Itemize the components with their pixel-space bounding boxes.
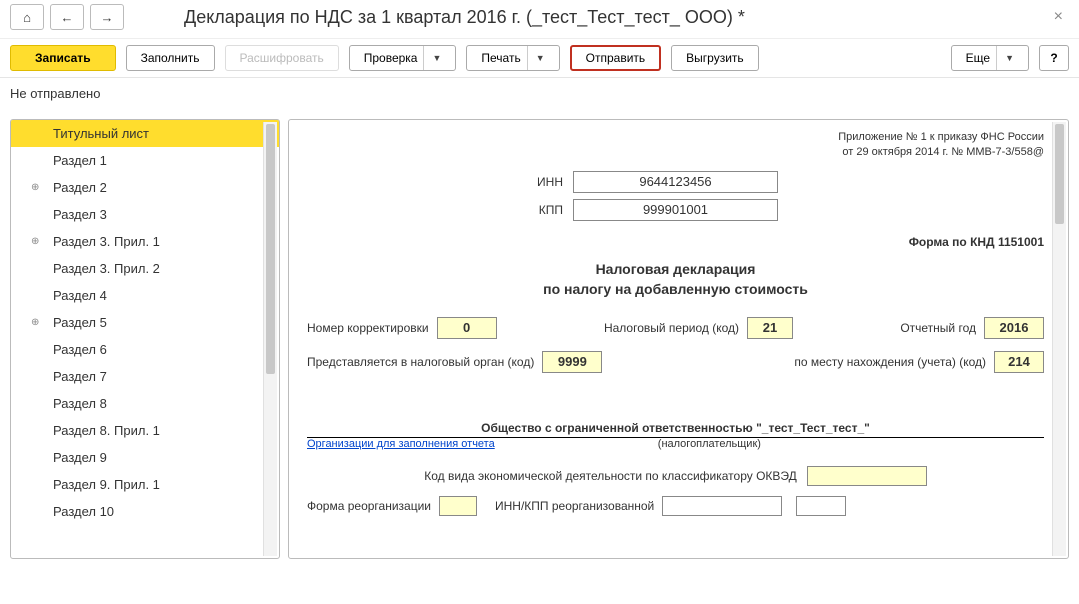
chevron-down-icon: ▼ [996,46,1014,70]
period-field[interactable]: 21 [747,317,793,339]
org-name-field[interactable]: Общество с ограниченной ответственностью… [307,415,1044,438]
sidebar-item[interactable]: Раздел 8. Прил. 1 [11,417,279,444]
decrypt-button: Расшифровать [225,45,339,71]
status-text: Не отправлено [0,78,1079,119]
doc-title-l2: по налогу на добавленную стоимость [307,279,1044,299]
write-button[interactable]: Записать [10,45,116,71]
okved-label: Код вида экономической деятельности по к… [424,469,797,483]
check-label: Проверка [364,51,418,65]
send-button[interactable]: Отправить [570,45,662,71]
titlebar: ⌂ ← → Декларация по НДС за 1 квартал 201… [0,0,1079,38]
organ-label: Представляется в налоговый орган (код) [307,355,534,369]
arrow-right-icon: → [101,10,114,25]
chevron-down-icon: ▼ [423,46,441,70]
sidebar-item[interactable]: Раздел 3. Прил. 2 [11,255,279,282]
print-label: Печать [481,51,520,65]
close-button[interactable]: × [1048,8,1069,26]
chevron-down-icon: ▼ [527,46,545,70]
annex-text: Приложение № 1 к приказу ФНС России от 2… [307,130,1044,161]
kpp-label: КПП [373,203,573,217]
sidebar-item[interactable]: Раздел 9 [11,444,279,471]
corr-field[interactable]: 0 [437,317,497,339]
home-button[interactable]: ⌂ [10,4,44,30]
more-label: Еще [966,51,990,65]
sidebar-item[interactable]: Раздел 7 [11,363,279,390]
form-panel: Приложение № 1 к приказу ФНС России от 2… [288,119,1069,559]
sidebar-item[interactable]: Раздел 6 [11,336,279,363]
toolbar: Записать Заполнить Расшифровать Проверка… [0,38,1079,78]
sidebar-item[interactable]: Раздел 5 [11,309,279,336]
reorg-label: Форма реорганизации [307,499,431,513]
sidebar-item[interactable]: Раздел 1 [11,147,279,174]
more-button[interactable]: Еще ▼ [951,45,1029,71]
help-button[interactable]: ? [1039,45,1069,71]
back-button[interactable]: ← [50,4,84,30]
fill-button[interactable]: Заполнить [126,45,215,71]
annex-line1: Приложение № 1 к приказу ФНС России [307,130,1044,145]
sidebar-item[interactable]: Раздел 2 [11,174,279,201]
knd-text: Форма по КНД 1151001 [307,235,1044,249]
okved-field[interactable] [807,466,927,486]
org-sublabel: (налогоплательщик) [525,438,894,450]
content-area: Титульный листРаздел 1Раздел 2Раздел 3Ра… [0,119,1079,559]
nav-buttons: ⌂ ← → [10,4,124,30]
place-field[interactable]: 214 [994,351,1044,373]
arrow-left-icon: ← [61,10,74,25]
organ-field[interactable]: 9999 [542,351,602,373]
export-button[interactable]: Выгрузить [671,45,759,71]
inn-label: ИНН [373,175,573,189]
print-button[interactable]: Печать ▼ [466,45,559,71]
period-label: Налоговый период (код) [604,321,739,335]
sidebar-item[interactable]: Раздел 9. Прил. 1 [11,471,279,498]
kpp-field[interactable]: 999901001 [573,199,778,221]
year-label: Отчетный год [900,321,976,335]
sidebar-item[interactable]: Раздел 10 [11,498,279,525]
sidebar-scrollbar[interactable] [263,122,277,556]
sidebar-item[interactable]: Раздел 3 [11,201,279,228]
check-button[interactable]: Проверка ▼ [349,45,457,71]
sidebar-item[interactable]: Раздел 3. Прил. 1 [11,228,279,255]
reorg-form-field[interactable] [439,496,477,516]
forward-button[interactable]: → [90,4,124,30]
sidebar-item[interactable]: Титульный лист [11,120,279,147]
corr-label: Номер корректировки [307,321,429,335]
reorg-inn-field[interactable] [662,496,782,516]
reorg-kpp-field[interactable] [796,496,846,516]
sidebar-item[interactable]: Раздел 4 [11,282,279,309]
sidebar-item[interactable]: Раздел 8 [11,390,279,417]
annex-line2: от 29 октября 2014 г. № ММВ-7-3/558@ [307,145,1044,160]
document-title: Налоговая декларация по налогу на добавл… [307,259,1044,300]
doc-title-l1: Налоговая декларация [307,259,1044,279]
window-title: Декларация по НДС за 1 квартал 2016 г. (… [184,7,745,28]
place-label: по месту нахождения (учета) (код) [794,355,986,369]
org-fill-link[interactable]: Организации для заполнения отчета [307,438,495,450]
home-icon: ⌂ [23,10,31,25]
sidebar: Титульный листРаздел 1Раздел 2Раздел 3Ра… [10,119,280,559]
main-scrollbar[interactable] [1052,122,1066,556]
year-field[interactable]: 2016 [984,317,1044,339]
reorg-inn-label: ИНН/КПП реорганизованной [495,499,654,513]
inn-field[interactable]: 9644123456 [573,171,778,193]
